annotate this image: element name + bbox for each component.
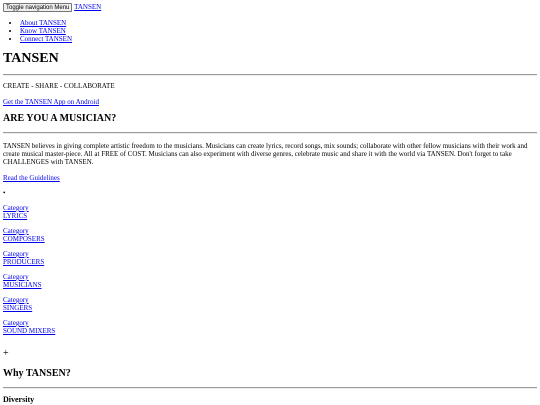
category-sound-mixers-link[interactable]: SOUND MIXERS: [3, 327, 55, 335]
category-sound-mixers: Category SOUND MIXERS: [3, 319, 537, 335]
navbar: Toggle navigation Menu TANSEN: [3, 3, 537, 12]
diversity-heading: Diversity: [3, 395, 35, 404]
category-musicians-link[interactable]: MUSICIANS: [3, 281, 42, 289]
site-title: TANSEN: [3, 51, 59, 66]
category-composers: Category COMPOSERS: [3, 227, 537, 243]
why-divider: [3, 387, 537, 389]
nav-item-connect: Connect TANSEN: [20, 35, 537, 43]
category-prefix-link[interactable]: Category: [3, 250, 29, 258]
why-heading: Why TANSEN?: [3, 368, 71, 379]
nav-item-about: About TANSEN: [20, 19, 537, 27]
app-link-paragraph: Get the TANSEN App on Android: [3, 98, 537, 106]
nav-link-about[interactable]: About TANSEN: [20, 19, 66, 27]
category-prefix-link[interactable]: Category: [3, 319, 29, 327]
nav-menu: About TANSEN Know TANSEN Connect TANSEN: [3, 19, 537, 43]
guidelines-paragraph: Read the Guidelines: [3, 174, 537, 182]
musician-intro: TANSEN believes in giving complete artis…: [3, 142, 528, 166]
category-singers: Category SINGERS: [3, 296, 537, 312]
nav-item-know: Know TANSEN: [20, 27, 537, 35]
musician-heading: ARE YOU A MUSICIAN?: [3, 113, 117, 124]
nav-link-know[interactable]: Know TANSEN: [20, 27, 66, 35]
category-singers-link[interactable]: SINGERS: [3, 304, 32, 312]
category-musicians: Category MUSICIANS: [3, 273, 537, 289]
toggle-navigation-button[interactable]: Toggle navigation Menu: [3, 3, 73, 12]
category-lyrics: Category LYRICS: [3, 204, 537, 220]
category-prefix-link[interactable]: Category: [3, 204, 29, 212]
plus-icon: +: [3, 348, 9, 359]
category-prefix-link[interactable]: Category: [3, 273, 29, 281]
brand-link[interactable]: TANSEN: [74, 3, 101, 11]
category-prefix-link[interactable]: Category: [3, 227, 29, 235]
title-divider: [3, 74, 537, 76]
category-prefix-link[interactable]: Category: [3, 296, 29, 304]
category-producers-link[interactable]: PRODUCERS: [3, 258, 44, 266]
musician-divider: [3, 132, 537, 134]
category-list: Category LYRICS Category COMPOSERS Categ…: [3, 204, 537, 335]
nav-link-connect[interactable]: Connect TANSEN: [20, 35, 72, 43]
page: Toggle navigation Menu TANSEN About TANS…: [3, 3, 537, 405]
bullet-marker: •: [3, 189, 6, 197]
guidelines-link[interactable]: Read the Guidelines: [3, 174, 60, 182]
android-app-link[interactable]: Get the TANSEN App on Android: [3, 98, 99, 106]
category-producers: Category PRODUCERS: [3, 250, 537, 266]
tagline: CREATE - SHARE - COLLABORATE: [3, 82, 115, 90]
category-composers-link[interactable]: COMPOSERS: [3, 235, 45, 243]
category-lyrics-link[interactable]: LYRICS: [3, 212, 27, 220]
